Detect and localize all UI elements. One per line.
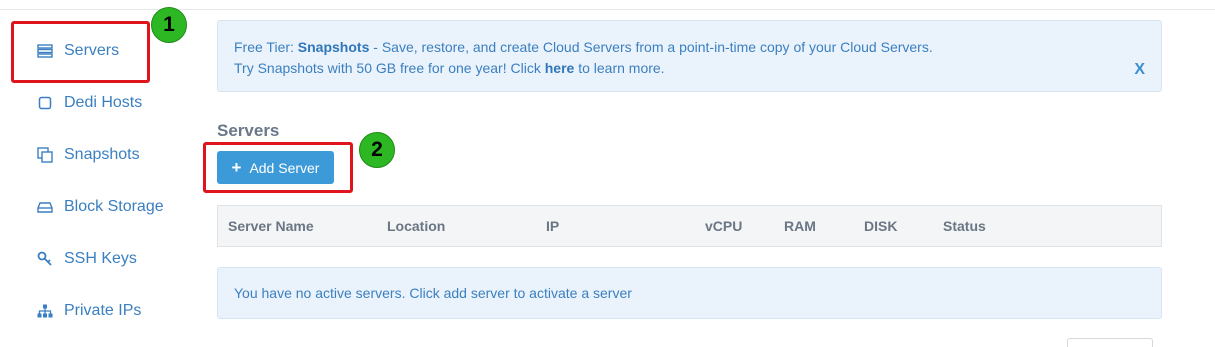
sidebar-item-label: Block Storage <box>64 198 164 215</box>
sidebar-item-dedi-hosts[interactable]: Dedi Hosts <box>36 91 142 115</box>
page-title: Servers <box>217 121 280 140</box>
servers-table-header: Server Name Location IP vCPU RAM DISK St… <box>217 205 1162 247</box>
sidebar-item-label: Private IPs <box>64 302 142 319</box>
alert-here-link[interactable]: here <box>545 60 575 76</box>
column-header-status[interactable]: Status <box>943 218 986 234</box>
network-icon <box>36 302 54 320</box>
alert-close-button[interactable]: X <box>1134 59 1145 80</box>
pagination-control[interactable] <box>1067 338 1153 347</box>
empty-state-text: You have no active servers. Click add se… <box>234 285 632 301</box>
column-header-server-name[interactable]: Server Name <box>228 218 314 234</box>
alert-line-1: Free Tier: Snapshots - Save, restore, an… <box>234 39 933 55</box>
sidebar-item-label: Snapshots <box>64 146 140 163</box>
sidebar-item-snapshots[interactable]: Snapshots <box>36 143 140 167</box>
sidebar-item-label: Dedi Hosts <box>64 94 143 111</box>
column-header-ram[interactable]: RAM <box>784 218 816 234</box>
alert-line-2: Try Snapshots with 50 GB free for one ye… <box>234 60 665 76</box>
sidebar-item-block-storage[interactable]: Block Storage <box>36 195 164 219</box>
highlight-box-servers <box>11 21 150 83</box>
sidebar-item-private-ips[interactable]: Private IPs <box>36 299 141 323</box>
empty-state-message: You have no active servers. Click add se… <box>217 267 1162 319</box>
column-header-ip[interactable]: IP <box>546 218 559 234</box>
key-icon <box>36 250 54 268</box>
step-badge-1: 1 <box>151 7 187 43</box>
column-header-vcpu[interactable]: vCPU <box>705 218 742 234</box>
sidebar-item-ssh-keys[interactable]: SSH Keys <box>36 247 137 271</box>
highlight-box-add-server <box>203 142 353 193</box>
alert-bold-snapshots: Snapshots <box>297 39 370 55</box>
square-icon <box>36 94 54 112</box>
step-badge-2: 2 <box>359 132 395 168</box>
free-tier-alert: Free Tier: Snapshots - Save, restore, an… <box>217 20 1162 92</box>
sidebar-item-label: SSH Keys <box>64 250 137 267</box>
column-header-disk[interactable]: DISK <box>864 218 897 234</box>
column-header-location[interactable]: Location <box>387 218 445 234</box>
drive-icon <box>36 198 54 216</box>
copy-icon <box>36 146 54 164</box>
